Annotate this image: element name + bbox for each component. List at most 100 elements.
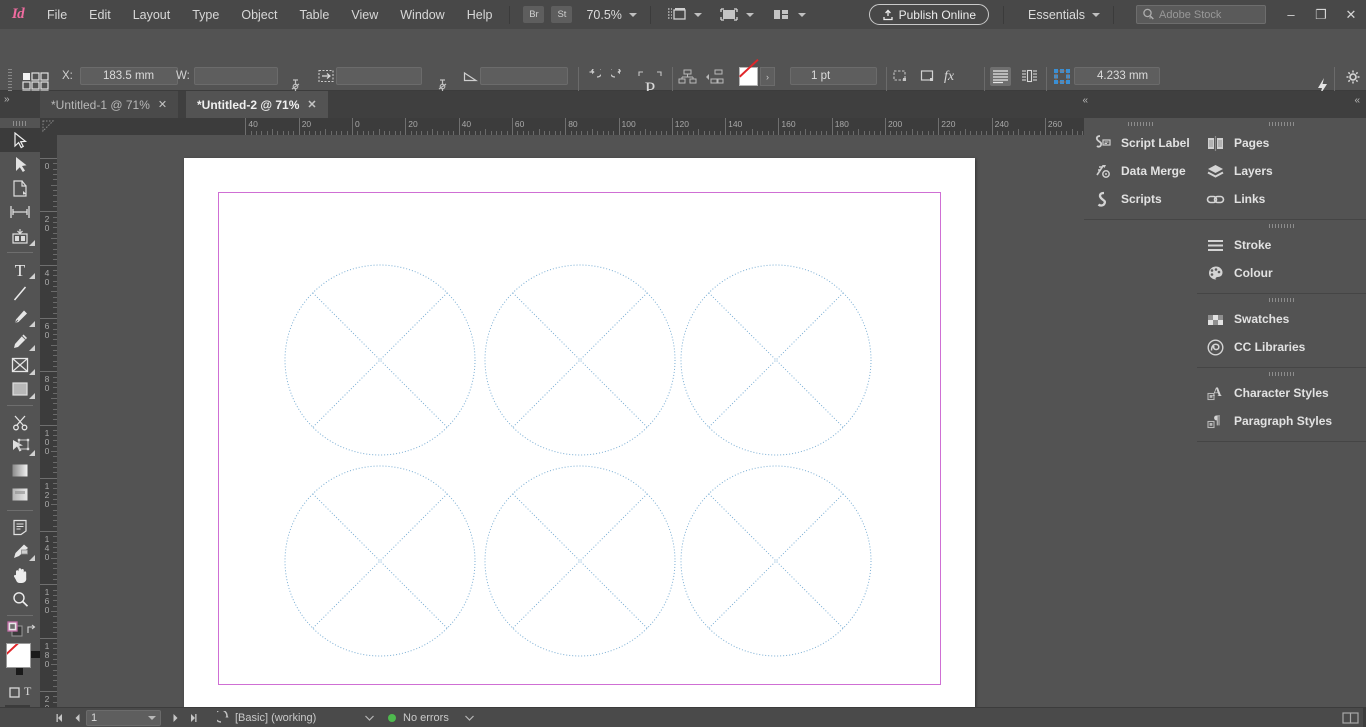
effects-fx-button[interactable]: fx	[944, 69, 954, 85]
bridge-button[interactable]: Br	[523, 6, 545, 23]
control-panel-settings-gear-icon[interactable]	[1342, 67, 1363, 86]
graphic-frame[interactable]	[484, 465, 676, 657]
tab-scroll-icon[interactable]: »	[4, 94, 10, 105]
frame-tool[interactable]	[0, 353, 40, 377]
next-page-button[interactable]	[167, 708, 184, 727]
menu-edit[interactable]: Edit	[78, 0, 122, 29]
panel-item-colour[interactable]: Colour	[1197, 259, 1366, 287]
text-wrap-bounding-box-icon[interactable]	[1019, 67, 1040, 86]
tools-panel-grip[interactable]	[0, 118, 40, 128]
panel-item-stroke[interactable]: Stroke	[1197, 231, 1366, 259]
page-tool[interactable]	[0, 176, 40, 200]
apply-to-container-icon[interactable]	[7, 621, 24, 638]
tab-close-icon[interactable]: ✕	[158, 98, 167, 111]
dock-a-collapse-icon[interactable]: «	[1082, 95, 1088, 106]
screen-mode-icon[interactable]	[667, 7, 687, 22]
page-number-field[interactable]: 1	[86, 709, 161, 726]
eyedropper-tool[interactable]	[0, 539, 40, 563]
panel-group-grip[interactable]	[1197, 220, 1366, 231]
graphic-frame[interactable]	[680, 264, 872, 456]
menu-help[interactable]: Help	[456, 0, 504, 29]
restore-button[interactable]: ❐	[1306, 0, 1336, 29]
distribute-vertical-space-icon[interactable]	[677, 67, 698, 86]
publish-online-button[interactable]: Publish Online	[868, 4, 990, 25]
menu-table[interactable]: Table	[288, 0, 340, 29]
panel-item-script-label[interactable]: Script Label	[1084, 129, 1197, 157]
note-tool[interactable]	[0, 515, 40, 539]
select-container-icon[interactable]	[890, 67, 911, 86]
fill-swatch-large-none[interactable]	[6, 643, 31, 668]
w-field[interactable]	[194, 67, 278, 85]
tool-flyout-triangle-icon[interactable]	[29, 555, 35, 561]
panel-item-paragraph-styles[interactable]: ¶ Paragraph Styles	[1197, 407, 1366, 435]
tool-flyout-triangle-icon[interactable]	[29, 273, 35, 279]
last-page-button[interactable]	[184, 708, 201, 727]
document-tab-untitled-1[interactable]: *Untitled-1 @ 71% ✕	[40, 91, 179, 118]
swap-fill-stroke-icon[interactable]	[26, 623, 38, 641]
master-page-icon[interactable]	[213, 708, 235, 727]
master-page-chevron-down-icon[interactable]	[361, 708, 378, 727]
arrange-documents-chevron-down-icon[interactable]	[797, 12, 806, 17]
panel-item-character-styles[interactable]: A Character Styles	[1197, 379, 1366, 407]
previous-page-button[interactable]	[69, 708, 86, 727]
corner-radius-field[interactable]: 4.233 mm	[1074, 67, 1160, 85]
fill-swatch-none[interactable]	[739, 67, 758, 86]
rotate-90-ccw-icon[interactable]	[609, 67, 630, 86]
rotation-angle-field[interactable]	[480, 67, 568, 85]
menu-object[interactable]: Object	[230, 0, 288, 29]
zoom-level-value[interactable]: 70.5%	[586, 8, 621, 22]
panel-item-swatches[interactable]: Swatches	[1197, 305, 1366, 333]
select-content-icon[interactable]	[917, 67, 938, 86]
menu-layout[interactable]: Layout	[122, 0, 182, 29]
view-mode-chevron-down-icon[interactable]	[745, 12, 754, 17]
vertical-ruler[interactable]: 020406080100120140160180200	[40, 135, 57, 727]
ruler-origin-handle[interactable]	[40, 118, 57, 135]
screen-mode-chevron-down-icon[interactable]	[693, 12, 702, 17]
graphic-frame[interactable]	[284, 465, 476, 657]
gradient-feather-tool[interactable]	[0, 482, 40, 506]
distribute-left-icon[interactable]	[704, 67, 725, 86]
stroke-weight-field[interactable]: 1 pt	[790, 67, 877, 85]
fit-frame-to-content-icon[interactable]	[316, 67, 337, 86]
first-page-button[interactable]	[52, 708, 69, 727]
panel-item-pages[interactable]: Pages	[1197, 129, 1366, 157]
tool-flyout-triangle-icon[interactable]	[29, 450, 35, 456]
gap-tool[interactable]	[0, 200, 40, 224]
view-mode-icon[interactable]	[719, 7, 739, 22]
menu-type[interactable]: Type	[181, 0, 230, 29]
tool-flyout-triangle-icon[interactable]	[29, 369, 35, 375]
menu-window[interactable]: Window	[389, 0, 455, 29]
pencil-tool[interactable]	[0, 329, 40, 353]
close-button[interactable]: ✕	[1336, 0, 1366, 29]
document-tab-untitled-2[interactable]: *Untitled-2 @ 71% ✕	[186, 91, 328, 118]
free-transform-tool[interactable]	[0, 434, 40, 458]
tab-close-icon[interactable]: ✕	[307, 98, 316, 111]
line-tool[interactable]	[0, 281, 40, 305]
formatting-affects-text-icon[interactable]: T	[24, 684, 31, 699]
graphic-frame[interactable]	[284, 264, 476, 456]
canvas-scroll-area[interactable]	[57, 135, 1084, 727]
horizontal-ruler[interactable]: 40 20 0 20 40 60 80 100 120 140 160 180 200 220 240 260…	[40, 118, 1084, 135]
zoom-tool[interactable]	[0, 587, 40, 611]
rotate-90-cw-icon[interactable]	[582, 67, 603, 86]
adobe-stock-search[interactable]: Adobe Stock	[1136, 5, 1266, 24]
stock-button[interactable]: St	[551, 6, 573, 23]
scissors-tool[interactable]	[0, 410, 40, 434]
tool-flyout-triangle-icon[interactable]	[29, 240, 35, 246]
rectangle-tool[interactable]	[0, 377, 40, 401]
master-page-label[interactable]: [Basic] (working)	[235, 712, 361, 724]
document-page[interactable]	[184, 158, 975, 720]
zoom-dropdown-chevron-down-icon[interactable]	[628, 12, 637, 17]
x-field[interactable]: 183.5 mm	[80, 67, 178, 85]
panel-group-grip[interactable]	[1197, 118, 1366, 129]
panel-item-data-merge[interactable]: Data Merge	[1084, 157, 1197, 185]
panel-group-grip[interactable]	[1197, 294, 1366, 305]
gradient-swatch-tool[interactable]	[0, 458, 40, 482]
preflight-chevron-down-icon[interactable]	[461, 708, 478, 727]
content-collector-tool[interactable]	[0, 224, 40, 248]
corner-options-icon[interactable]	[1051, 67, 1072, 86]
formatting-affects-container-icon[interactable]	[8, 686, 21, 704]
page-number-chevron-down-icon[interactable]	[148, 715, 156, 720]
panel-item-links[interactable]: Links	[1197, 185, 1366, 213]
minimize-button[interactable]: –	[1276, 0, 1306, 29]
